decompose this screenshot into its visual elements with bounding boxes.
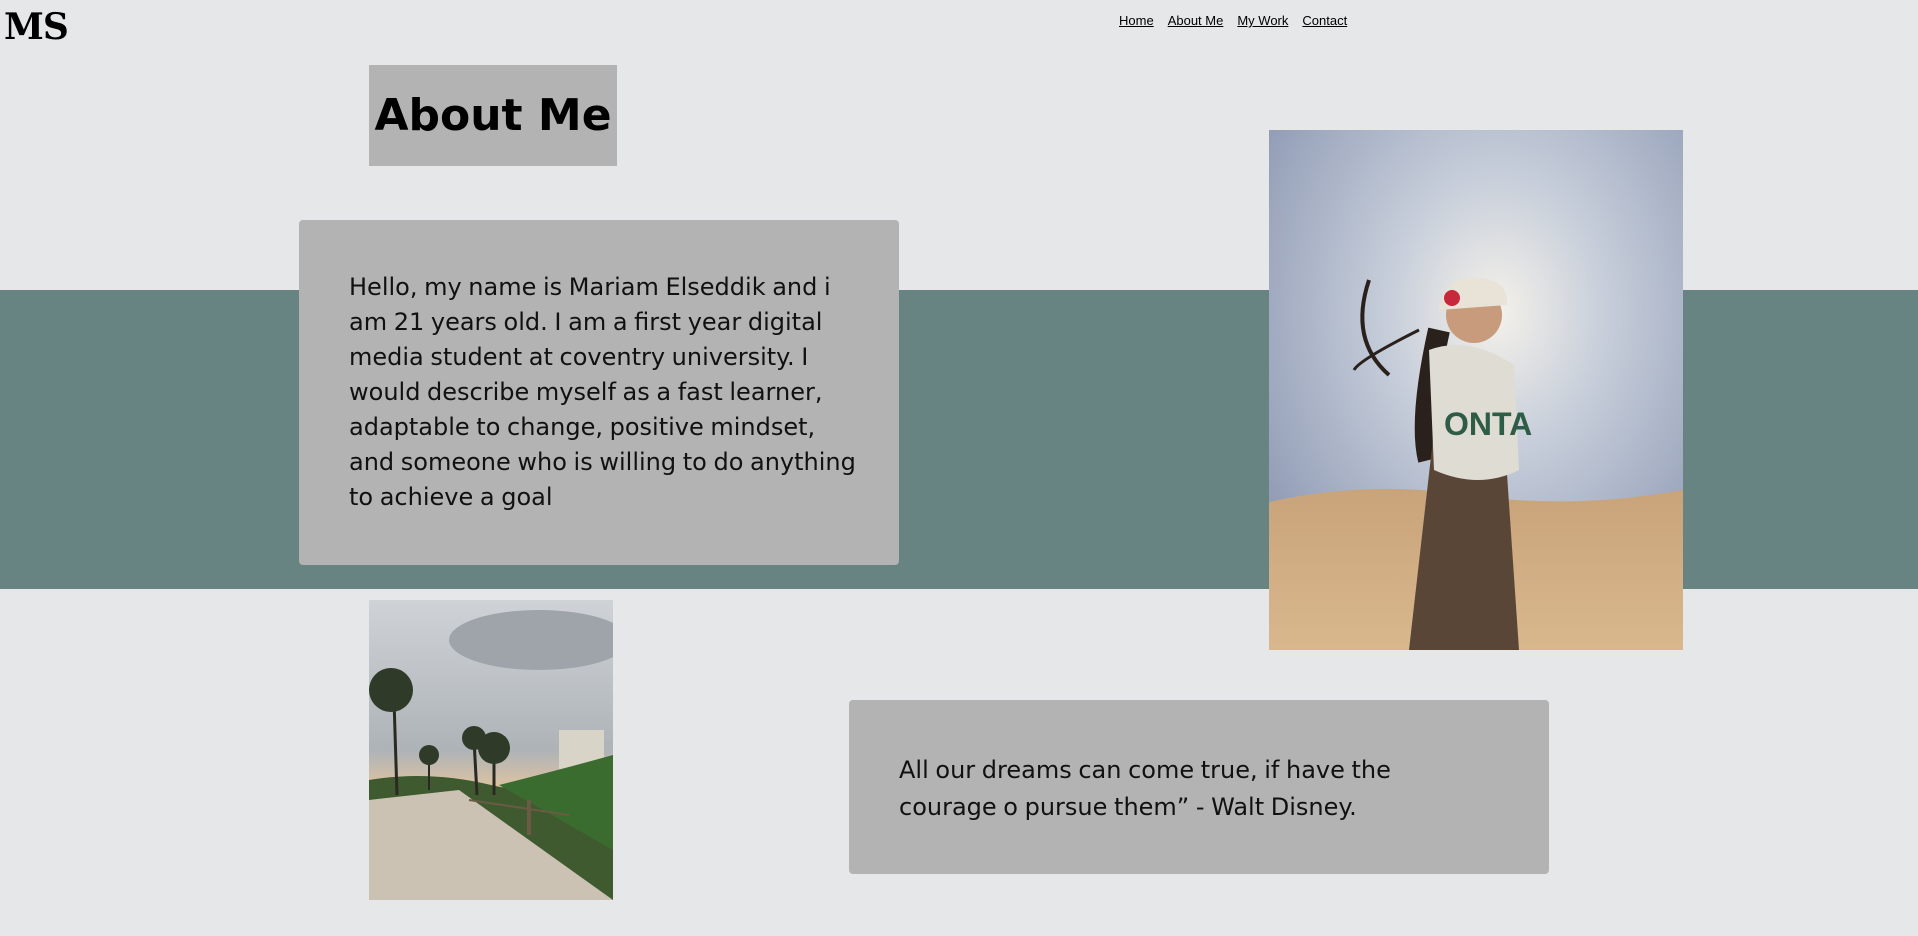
portrait-photo: ONTA (1269, 130, 1683, 650)
page-title: About Me (374, 90, 612, 141)
page-title-box: About Me (369, 65, 617, 166)
quote-text: All our dreams can come true, if have th… (899, 756, 1391, 821)
nav-link-contact[interactable]: Contact (1302, 13, 1347, 28)
quote-card: All our dreams can come true, if have th… (849, 700, 1549, 874)
bio-card: Hello, my name is Mariam Elseddik and i … (299, 220, 899, 565)
main-nav: Home About Me My Work Contact (1119, 13, 1347, 28)
site-logo[interactable]: MS (4, 6, 69, 48)
nav-link-my-work[interactable]: My Work (1237, 13, 1288, 28)
nav-link-home[interactable]: Home (1119, 13, 1154, 28)
svg-text:ONTA: ONTA (1444, 406, 1532, 442)
beach-path-photo (369, 600, 613, 900)
bio-text: Hello, my name is Mariam Elseddik and i … (349, 273, 856, 511)
nav-link-about-me[interactable]: About Me (1168, 13, 1224, 28)
